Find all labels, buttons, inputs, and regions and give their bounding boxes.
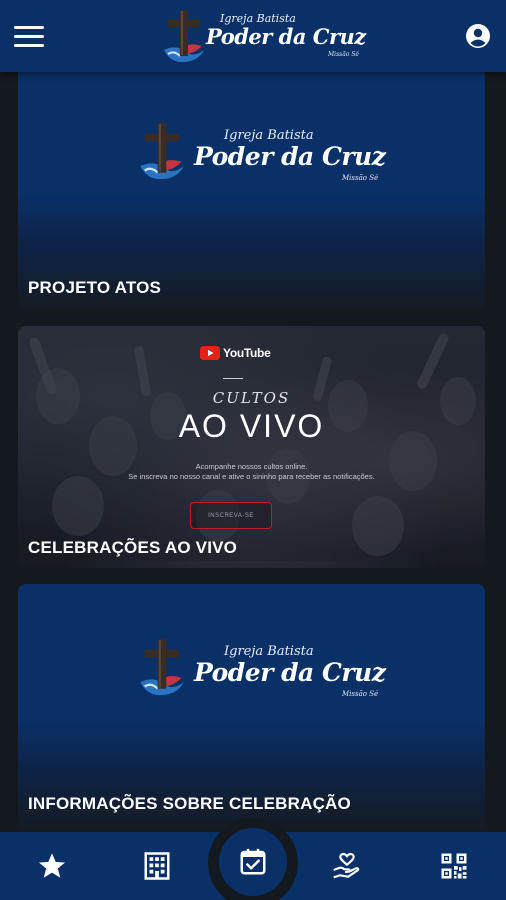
nav-church[interactable] (137, 846, 177, 886)
card-informacoes-celebracao[interactable]: Igreja Batista Poder da Cruz Missão Sé I… (18, 584, 485, 832)
youtube-wordmark: YouTube (223, 346, 271, 360)
qr-code-icon (441, 853, 467, 879)
card-projeto-atos[interactable]: Igreja Batista Poder da Cruz Missão Sé P… (18, 50, 485, 310)
youtube-play-icon (200, 346, 220, 360)
nav-qr-code[interactable] (434, 846, 474, 886)
church-logo: Igreja Batista Poder da Cruz Missão Sé (160, 4, 366, 68)
top-app-bar: Igreja Batista Poder da Cruz Missão Sé (0, 0, 506, 72)
nav-favorites[interactable] (32, 846, 72, 886)
cross-icon (140, 122, 184, 180)
subscribe-button[interactable]: INSCREVA-SE (190, 502, 272, 529)
building-icon (144, 852, 170, 880)
logo-name: Poder da Cruz (206, 24, 366, 49)
banner-line-2: Se inscreva no nosso canal e ative o sin… (128, 472, 375, 481)
logo-place: Missão Sé (328, 51, 359, 58)
logo-kicker: Igreja Batista (224, 128, 314, 143)
banner-line-1: Acompanhe nossos cultos online. (195, 462, 308, 471)
logo-place: Missão Sé (342, 174, 379, 182)
logo-name: Poder da Cruz (194, 142, 386, 171)
account-icon[interactable] (464, 22, 492, 50)
card-title: PROJETO ATOS (28, 278, 162, 297)
card-celebracoes-ao-vivo[interactable]: YouTube CULTOS AO VIVO Acompanhe nossos … (18, 326, 485, 568)
star-icon (38, 853, 66, 878)
logo-place: Missão Sé (342, 690, 379, 698)
youtube-logo: YouTube (200, 346, 271, 360)
divider (223, 378, 243, 379)
card-logo: Igreja Batista Poder da Cruz Missão Sé (136, 634, 386, 700)
cross-icon (164, 10, 204, 62)
card-title: INFORMAÇÕES SOBRE CELEBRAÇÃO (28, 794, 351, 813)
banner-headline: AO VIVO (178, 408, 325, 444)
logo-kicker: Igreja Batista (224, 644, 314, 659)
banner-kicker: CULTOS (212, 389, 291, 407)
calendar-check-icon (240, 848, 266, 875)
hamburger-menu-icon[interactable] (14, 22, 46, 50)
nav-agenda[interactable] (219, 828, 287, 896)
logo-name: Poder da Cruz (194, 658, 386, 687)
card-title: CELEBRAÇÕES AO VIVO (28, 538, 238, 557)
card-logo: Igreja Batista Poder da Cruz Missão Sé (136, 118, 386, 184)
nav-donations[interactable] (327, 846, 367, 886)
cross-icon (140, 638, 184, 696)
heart-hand-icon (333, 852, 360, 879)
